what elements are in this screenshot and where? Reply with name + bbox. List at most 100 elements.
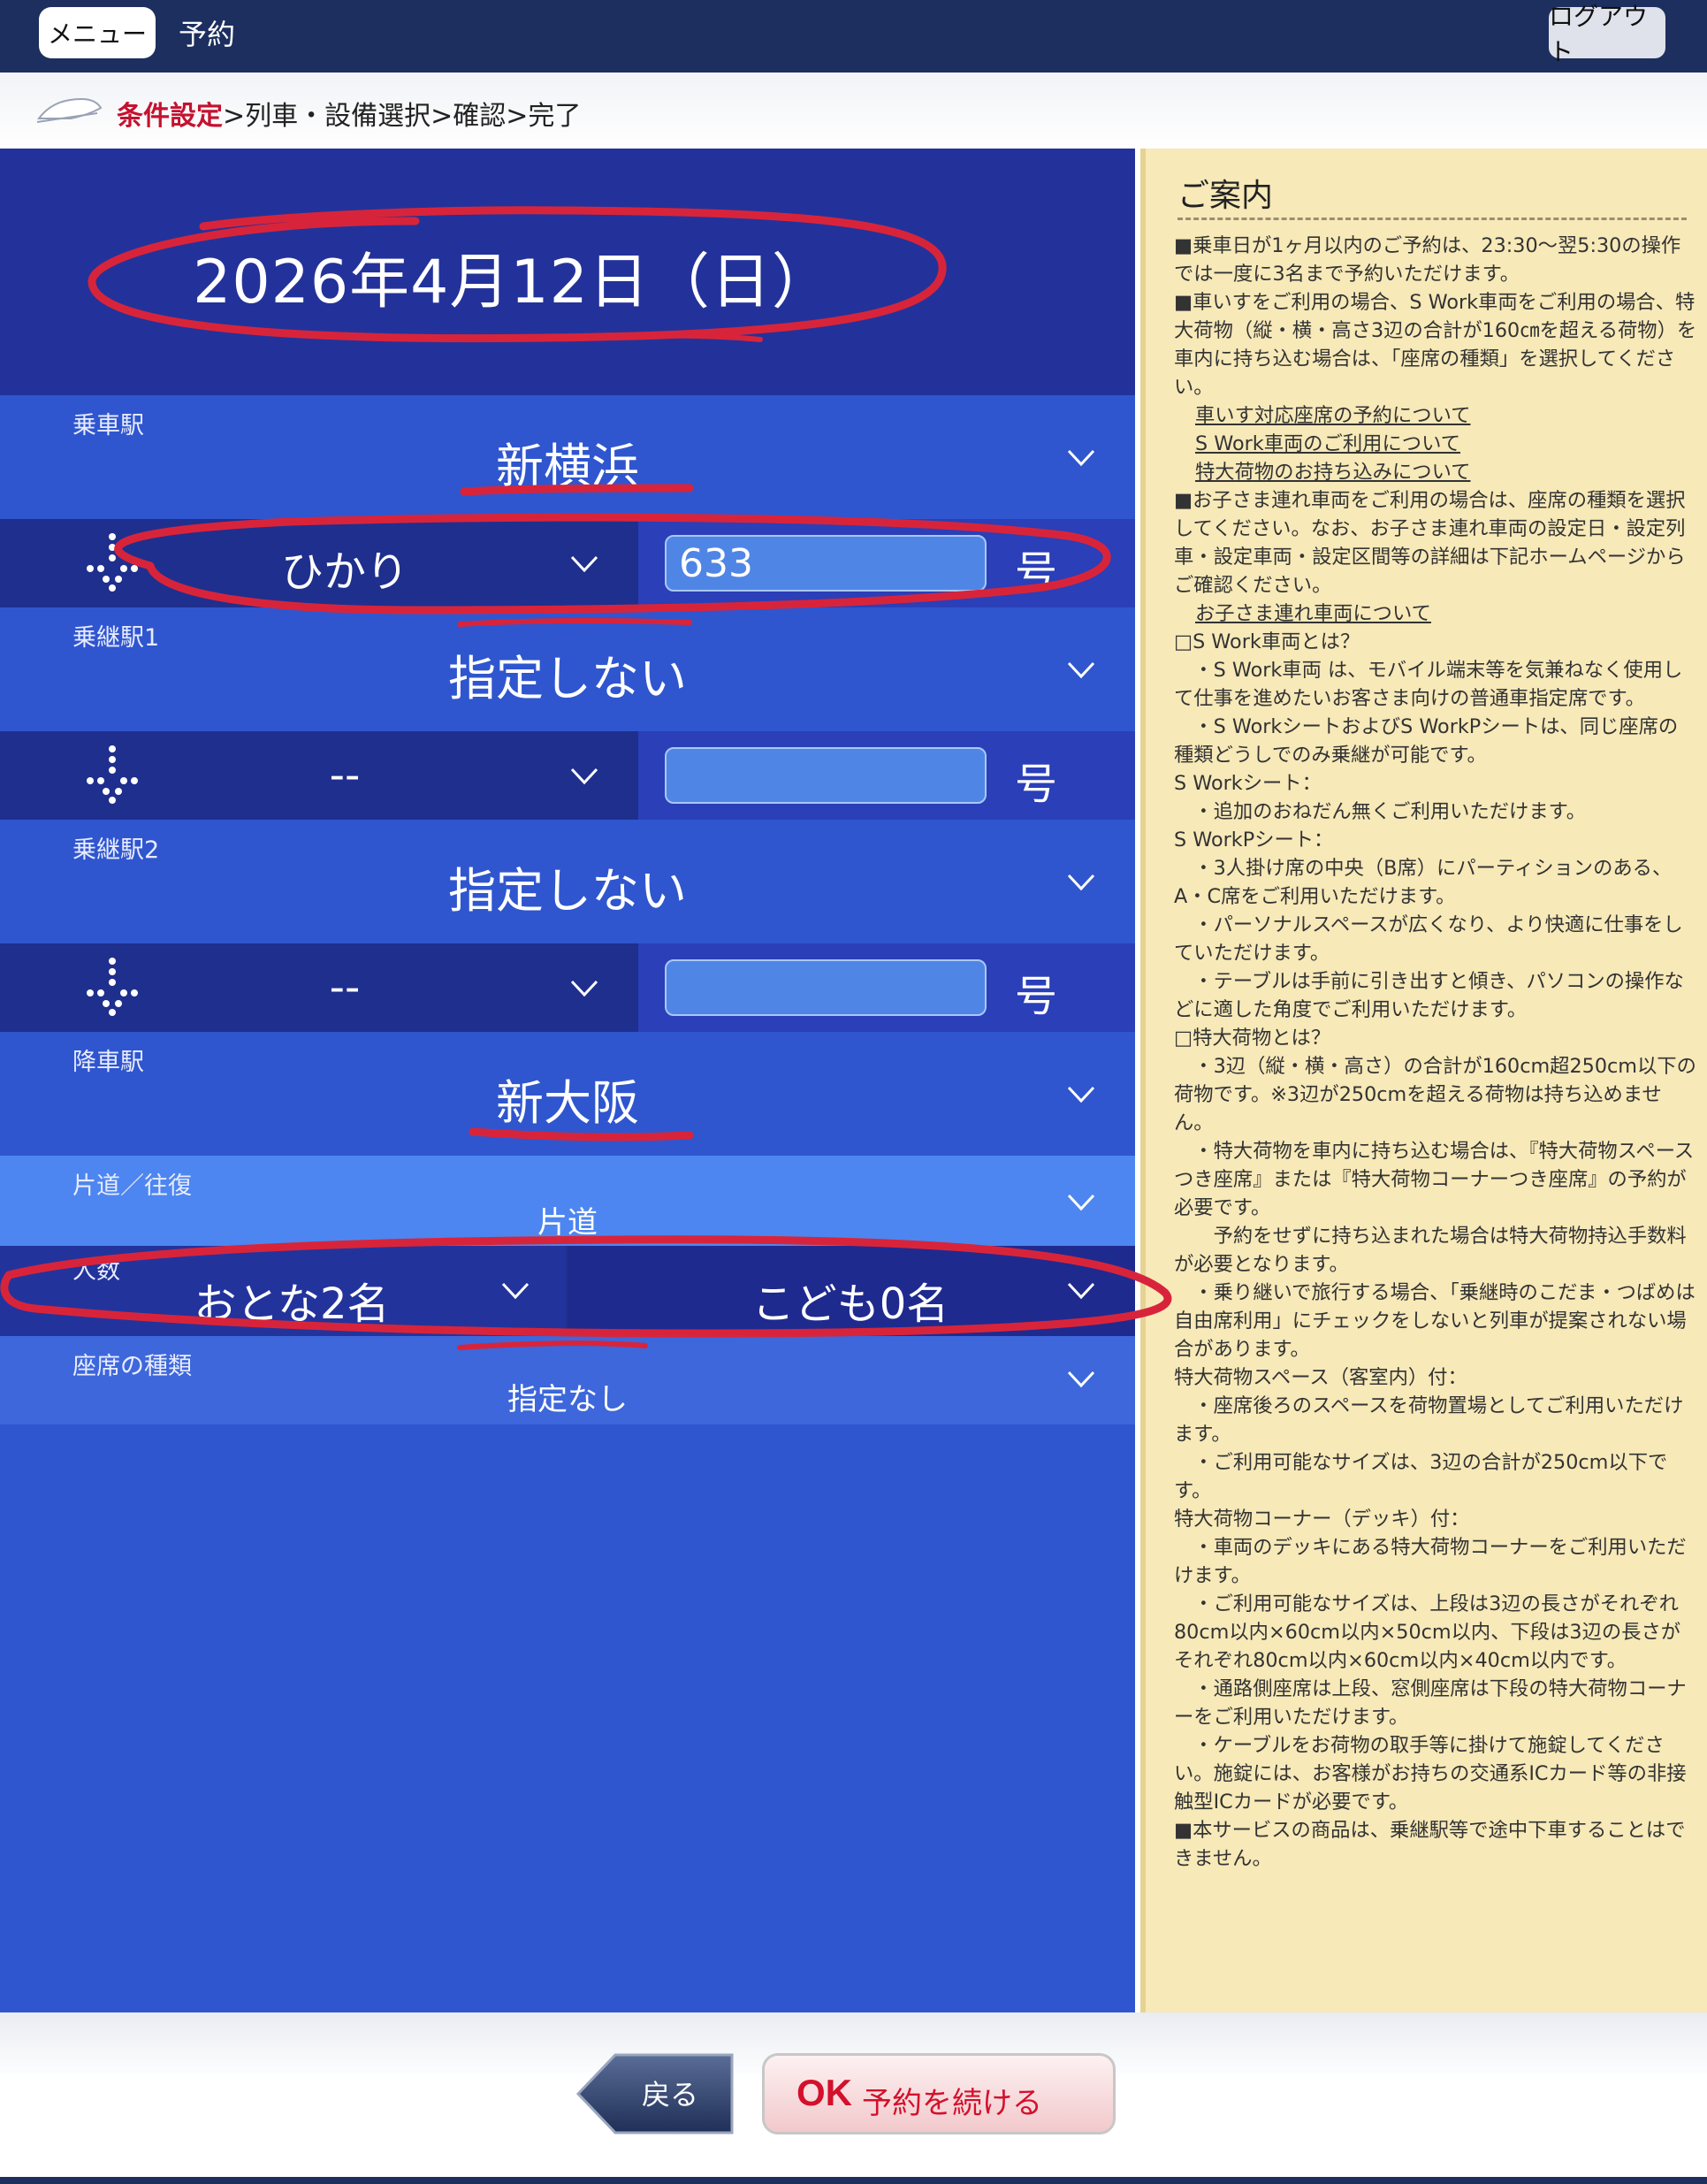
chevron-down-icon (500, 1276, 530, 1306)
continue-reservation-button[interactable]: OK 予約を続ける (762, 2053, 1116, 2134)
s-work-car-link[interactable]: S Work車両のご利用について (1174, 430, 1697, 458)
seat-type-select[interactable]: 座席の種類 指定なし (0, 1336, 1135, 1424)
guide-paragraph: ・ケーブルをお荷物の取手等に掛けて施錠してください。施錠には、お客様がお持ちの交… (1174, 1734, 1687, 1814)
arrival-station-value: 新大阪 (496, 1075, 639, 1131)
chevron-down-icon (1066, 443, 1096, 473)
oversized-baggage-link[interactable]: 特大荷物のお持ち込みについて (1174, 458, 1697, 486)
guide-paragraph: ・特大荷物を車内に持ち込む場合は、『特大荷物スペースつき座席』または『特大荷物コ… (1174, 1140, 1695, 1219)
search-form: 2026年4月12日（日） 乗車駅 新横浜 ひかり 633 号 乗継駅1 指定し… (0, 149, 1135, 2012)
guide-paragraph: ・通路側座席は上段、窓側座席は下段の特大荷物コーナーをご利用いただけます。 (1174, 1677, 1687, 1729)
guide-paragraph: ・乗り継いで旅行する場合、「乗継時のこだま・つばめは自由席利用」にチェックをしな… (1174, 1281, 1696, 1361)
footer-bar: 戻る OK 予約を続ける (0, 2012, 1707, 2184)
guide-text: ■乗車日が1ヶ月以内のご予約は、23:30～翌5:30の操作では一度に3名まで予… (1174, 232, 1697, 1873)
guide-paragraph: ・S Work車両 は、モバイル端末等を気兼ねなく使用して仕事を進めたいお客さま… (1174, 659, 1683, 710)
chevron-down-icon (1066, 867, 1096, 897)
transfer-station-1-select[interactable]: 乗継駅1 指定しない (0, 607, 1135, 731)
transfer-station-1-value: 指定しない (448, 651, 687, 706)
top-bar: メニュー 予約 ログアウト (0, 0, 1707, 73)
breadcrumb-step-conditions: 条件設定 (117, 101, 223, 132)
passenger-count-label: 人数 (72, 1257, 120, 1285)
child-count-value: こども0名 (751, 1279, 949, 1329)
arrival-station-select[interactable]: 降車駅 新大阪 (0, 1032, 1135, 1156)
chevron-down-icon (1066, 1080, 1096, 1110)
breadcrumb-bar: 条件設定>列車・設備選択>確認>完了 (0, 73, 1707, 149)
train-number-suffix: 号 (1015, 972, 1058, 1021)
date-selector[interactable]: 2026年4月12日（日） (0, 149, 1135, 395)
guide-paragraph: 特大荷物コーナー（デッキ）付： (1174, 1508, 1470, 1531)
footer-line (0, 2177, 1707, 2184)
boarding-station-value: 新横浜 (496, 439, 639, 494)
guide-divider (1177, 218, 1687, 220)
family-car-link[interactable]: お子さま連れ車両について (1174, 599, 1697, 628)
train-number-input[interactable] (665, 959, 987, 1016)
continue-reservation-label: 予約を続ける (862, 2086, 1042, 2121)
adult-count-select[interactable]: 人数 おとな2名 (0, 1246, 566, 1336)
guide-paragraph: ■乗車日が1ヶ月以内のご予約は、23:30～翌5:30の操作では一度に3名まで予… (1174, 234, 1681, 286)
train-logo-icon (36, 97, 103, 123)
train-row-2: -- 号 (0, 731, 1135, 820)
back-button-label: 戻る (642, 2078, 699, 2111)
back-button[interactable]: 戻る (575, 2053, 734, 2134)
train-type-select[interactable]: -- (212, 751, 477, 800)
page-title: 予約 (179, 18, 236, 51)
breadcrumb-step-confirm: 確認 (453, 101, 507, 132)
chevron-down-icon (569, 761, 599, 791)
adult-count-value: おとな2名 (194, 1279, 390, 1329)
breadcrumb-step-train: 列車・設備選択 (245, 101, 431, 132)
train-row-1: ひかり 633 号 (0, 519, 1135, 607)
chevron-down-icon (1066, 1187, 1096, 1218)
breadcrumb-step-complete: 完了 (528, 101, 582, 132)
trip-type-label: 片道／往復 (72, 1172, 192, 1200)
guide-paragraph: S WorkPシート： (1174, 829, 1334, 851)
guide-paragraph: ・3人掛け席の中央（B席）にパーティションのある、A・C席をご利用いただけます。 (1174, 857, 1673, 908)
guide-paragraph: ・ご利用可能なサイズは、上段は3辺の長さがそれぞれ80cm以内×60cm以内×5… (1174, 1592, 1681, 1672)
train-search-icon[interactable] (81, 956, 143, 1018)
trip-type-select[interactable]: 片道／往復 片道 (0, 1156, 1135, 1246)
child-count-select[interactable]: こども0名 (568, 1246, 1135, 1336)
menu-button[interactable]: メニュー (39, 7, 156, 58)
breadcrumb: 条件設定>列車・設備選択>確認>完了 (117, 101, 582, 132)
train-number-input[interactable]: 633 (665, 535, 987, 592)
guide-paragraph: □S Work車両とは？ (1174, 630, 1360, 653)
chevron-down-icon (569, 974, 599, 1004)
chevron-down-icon (1066, 655, 1096, 685)
transfer-station-2-select[interactable]: 乗継駅2 指定しない (0, 820, 1135, 943)
guide-paragraph: S Workシート： (1174, 772, 1322, 795)
seat-type-value: 指定なし (507, 1382, 628, 1417)
chevron-down-icon (569, 549, 599, 579)
guide-panel: ご案内 ■乗車日が1ヶ月以内のご予約は、23:30～翌5:30の操作では一度に3… (1140, 149, 1707, 2012)
guide-paragraph: ■お子さま連れ車両をご利用の場合は、座席の種類を選択してください。なお、お子さま… (1174, 489, 1686, 597)
guide-paragraph: ・S WorkシートおよびS WorkPシートは、同じ座席の種類どうしでのみ乗継… (1174, 715, 1679, 767)
train-number-input[interactable] (665, 747, 987, 804)
passenger-count-row: 人数 おとな2名 こども0名 (0, 1246, 1135, 1336)
guide-paragraph: ・座席後ろのスペースを荷物置場としてご利用いただけます。 (1174, 1394, 1684, 1446)
logout-button[interactable]: ログアウト (1549, 2, 1665, 66)
guide-paragraph: ■本サービスの商品は、乗継駅等で途中下車することはできません。 (1174, 1819, 1686, 1870)
boarding-station-select[interactable]: 乗車駅 新横浜 (0, 395, 1135, 519)
chevron-down-icon (1066, 1276, 1096, 1306)
trip-type-value: 片道 (537, 1205, 598, 1241)
transfer-station-2-value: 指定しない (448, 863, 687, 919)
guide-paragraph: ・車両のデッキにある特大荷物コーナーをご利用いただけます。 (1174, 1536, 1687, 1587)
guide-paragraph: 特大荷物スペース（客室内）付： (1174, 1366, 1467, 1389)
guide-paragraph: 予約をせずに持ち込まれた場合は特大荷物持込手数料が必要となります。 (1174, 1225, 1687, 1276)
train-search-icon[interactable] (81, 744, 143, 806)
guide-paragraph: ・テーブルは手前に引き出すと傾き、パソコンの操作などに適した角度でご利用いただけ… (1174, 970, 1684, 1021)
train-row-3: -- 号 (0, 943, 1135, 1032)
guide-paragraph: ■車いすをご利用の場合、S Work車両をご利用の場合、特大荷物（縦・横・高さ3… (1174, 291, 1697, 399)
guide-paragraph: ・追加のおねだん無くご利用いただけます。 (1174, 800, 1587, 823)
guide-paragraph: □特大荷物とは？ (1174, 1027, 1331, 1050)
train-number-suffix: 号 (1015, 547, 1058, 597)
travel-date: 2026年4月12日（日） (193, 248, 833, 317)
train-search-icon[interactable] (81, 531, 143, 593)
chevron-down-icon (1066, 1364, 1096, 1394)
train-type-select[interactable]: -- (212, 963, 477, 1012)
guide-paragraph: ・パーソナルスペースが広くなり、より快適に仕事をしていただけます。 (1174, 913, 1683, 965)
train-number-suffix: 号 (1015, 760, 1058, 809)
guide-title: ご案内 (1177, 178, 1274, 214)
guide-paragraph: ・3辺（縦・横・高さ）の合計が160cm超250cm以下の荷物です。※3辺が25… (1174, 1055, 1696, 1134)
wheelchair-seat-link[interactable]: 車いす対応座席の予約について (1174, 401, 1697, 430)
train-type-select[interactable]: ひかり (212, 537, 477, 599)
guide-paragraph: ・ご利用可能なサイズは、3辺の合計が250cm以下です。 (1174, 1451, 1668, 1502)
ok-mark: OK (796, 2072, 852, 2113)
